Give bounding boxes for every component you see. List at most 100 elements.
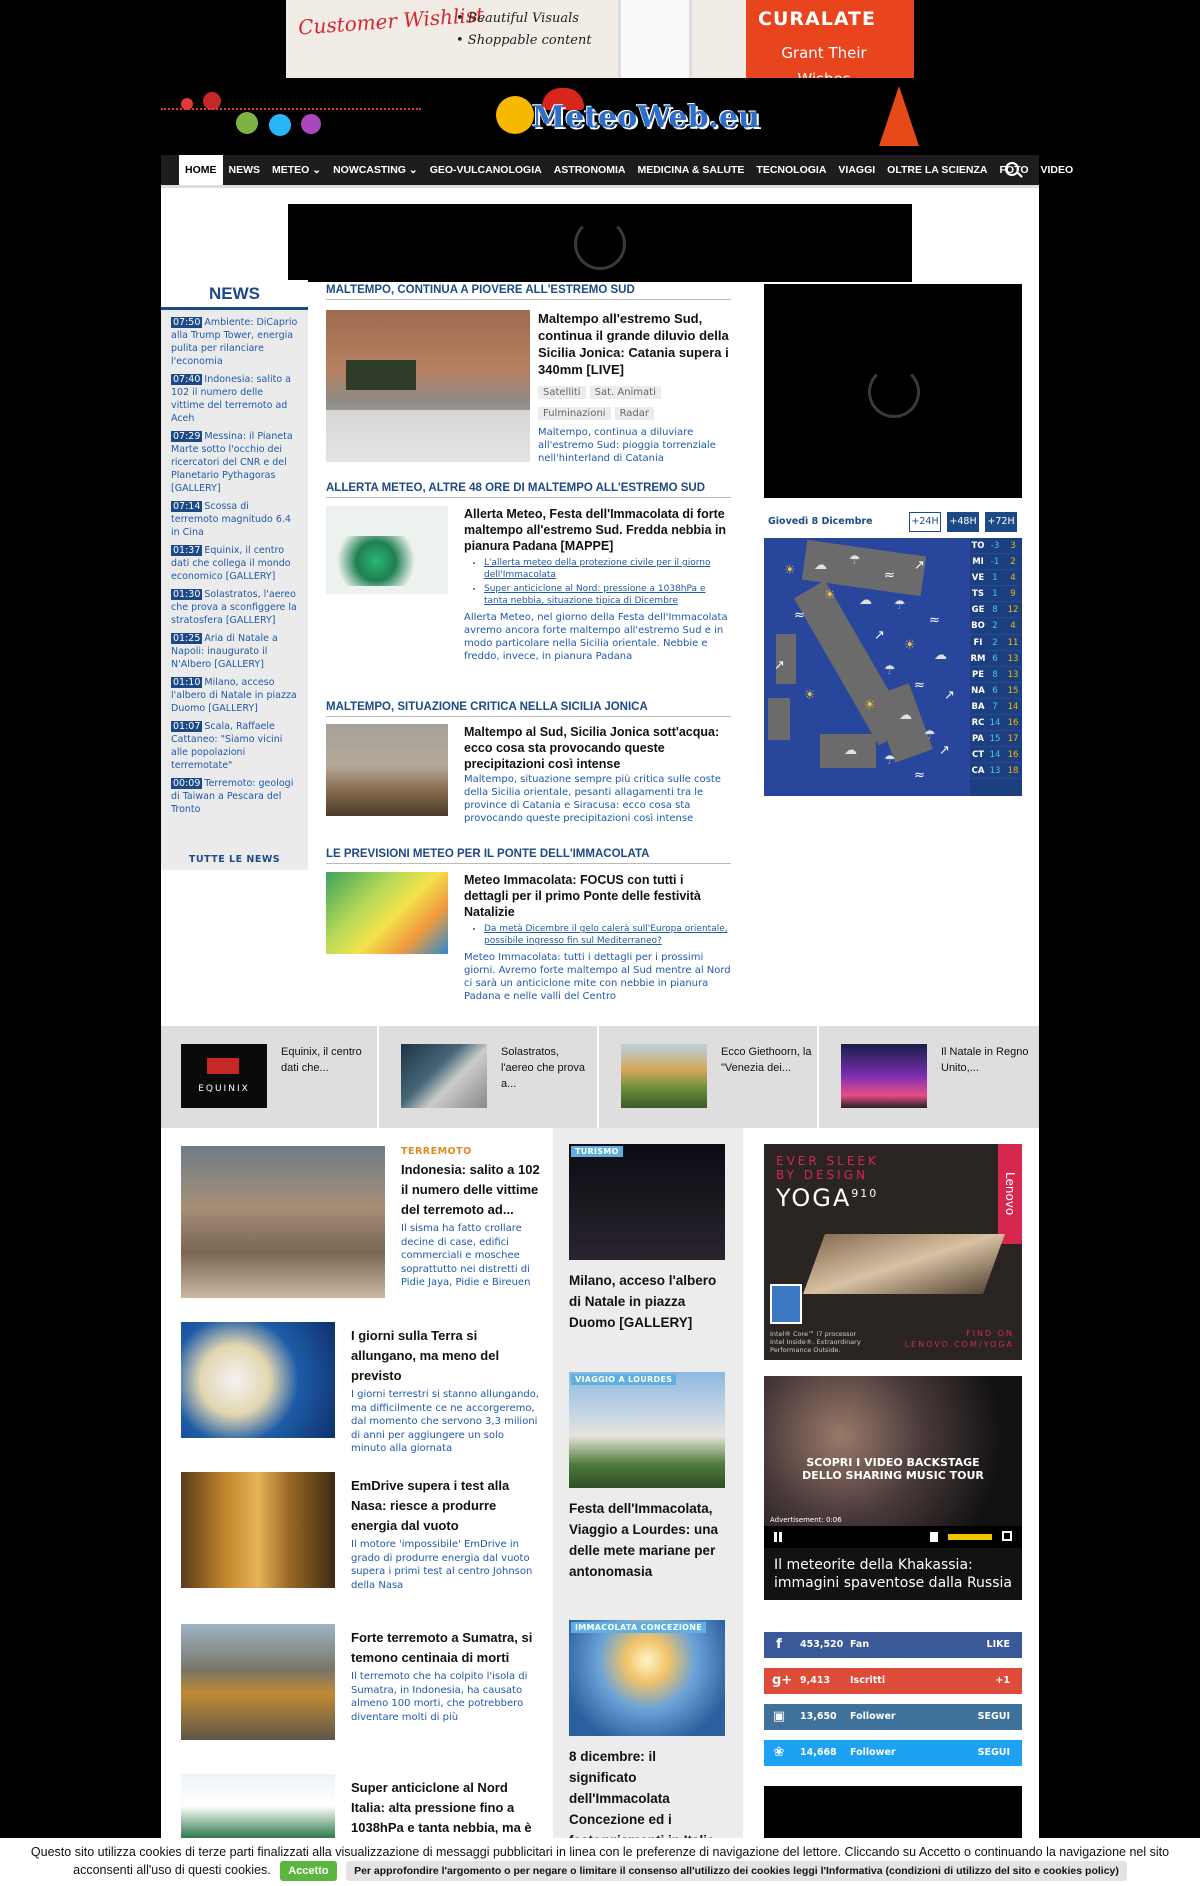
map-tag[interactable]: Sat. Animati bbox=[589, 386, 661, 399]
related-link[interactable]: Da metà Dicembre il gelo calerà sull'Eur… bbox=[484, 923, 731, 947]
strip-item[interactable]: Il Natale in Regno Unito,... bbox=[821, 1026, 1039, 1128]
nav-item-medicina-salute[interactable]: MEDICINA & SALUTE bbox=[631, 155, 750, 185]
article-title[interactable]: 8 dicembre: il significato dell'Immacola… bbox=[569, 1746, 725, 1851]
article-image[interactable] bbox=[181, 1624, 335, 1740]
article-image[interactable] bbox=[326, 724, 448, 816]
article-title[interactable]: Milano, acceso l'albero di Natale in pia… bbox=[569, 1270, 725, 1333]
map-tag[interactable]: Satelliti bbox=[538, 386, 586, 399]
article-title[interactable]: Maltempo al Sud, Sicilia Jonica sott'acq… bbox=[464, 724, 731, 772]
search-icon[interactable] bbox=[1005, 162, 1019, 176]
section-heading[interactable]: ALLERTA METEO, ALTRE 48 ORE DI MALTEMPO … bbox=[326, 482, 731, 498]
article[interactable]: VIAGGIO A LOURDES Festa dell'Immacolata,… bbox=[569, 1372, 725, 1582]
article-image[interactable] bbox=[181, 1146, 385, 1298]
city-temp-row[interactable]: MI -1 2 bbox=[970, 554, 1022, 571]
article[interactable]: Maltempo all'estremo Sud, continua il gr… bbox=[326, 310, 731, 465]
news-item[interactable]: 07:29 Messina: il Pianeta Marte sotto l'o… bbox=[161, 428, 308, 498]
top-banner-ad[interactable]: Customer Wishlist • Beautiful Visuals • … bbox=[286, 0, 914, 78]
section-heading[interactable]: MALTEMPO, CONTINUA A PIOVERE ALL'ESTREMO… bbox=[326, 284, 731, 300]
lenovo-ad[interactable]: EVER SLEEK BY DESIGN YOGA910 Lenovo Inte… bbox=[764, 1144, 1022, 1360]
article[interactable]: TURISMO Milano, acceso l'albero di Natal… bbox=[569, 1144, 725, 1333]
city-temp-row[interactable]: BO 2 4 bbox=[970, 618, 1022, 635]
strip-item[interactable]: Solastratos, l'aereo che prova a... bbox=[381, 1026, 599, 1128]
news-item[interactable]: 00:09 Terremoto: geologi di Taiwan a Pesc… bbox=[161, 775, 308, 819]
news-item[interactable]: 01:25 Aria di Natale a Napoli: inaugurato… bbox=[161, 630, 308, 674]
cookie-accept-button[interactable]: Accetto bbox=[280, 1861, 337, 1881]
city-temp-row[interactable]: RM 6 13 bbox=[970, 651, 1022, 667]
nav-item-news[interactable]: NEWS bbox=[223, 155, 267, 185]
strip-image[interactable] bbox=[401, 1044, 487, 1108]
article-title[interactable]: Super anticiclone al Nord Italia: alta p… bbox=[351, 1778, 541, 1838]
article-title[interactable]: Forte terremoto a Sumatra, si temono cen… bbox=[351, 1628, 541, 1668]
article[interactable]: I giorni sulla Terra si allungano, ma me… bbox=[181, 1322, 541, 1454]
city-temp-row[interactable]: GE 8 12 bbox=[970, 602, 1022, 619]
nav-item-home[interactable]: HOME bbox=[179, 155, 223, 185]
strip-image[interactable] bbox=[841, 1044, 927, 1108]
article-image[interactable] bbox=[326, 506, 448, 594]
news-item[interactable]: 07:40 Indonesia: salito a 102 il numero d… bbox=[161, 371, 308, 428]
article-category[interactable]: TERREMOTO bbox=[401, 1146, 541, 1157]
nav-item-nowcasting[interactable]: NOWCASTING ⌄ bbox=[327, 155, 424, 185]
nav-item-oltre-la-scienza[interactable]: OLTRE LA SCIENZA bbox=[881, 155, 993, 185]
nav-item-astronomia[interactable]: ASTRONOMIA bbox=[548, 155, 632, 185]
video-player[interactable]: SCOPRI I VIDEO BACKSTAGE DELLO SHARING M… bbox=[764, 1376, 1022, 1600]
social-action[interactable]: LIKE bbox=[987, 1632, 1010, 1658]
ad-cta-button[interactable]: Grant Their Wishes bbox=[754, 40, 894, 78]
social-instagram-button[interactable]: ▣ 13,650 Follower SEGUI bbox=[764, 1704, 1022, 1730]
cookie-policy-link[interactable]: Per approfondire l'argomento o per negar… bbox=[346, 1861, 1127, 1881]
article-image[interactable] bbox=[181, 1774, 335, 1838]
nav-item-meteo[interactable]: METEO ⌄ bbox=[266, 155, 327, 185]
strip-caption[interactable]: Solastratos, l'aereo che prova a... bbox=[501, 1044, 593, 1092]
city-temp-row[interactable]: FI 2 11 bbox=[970, 635, 1022, 651]
pause-icon[interactable] bbox=[774, 1532, 777, 1542]
city-temp-row[interactable]: PA 15 17 bbox=[970, 731, 1022, 748]
section-heading[interactable]: MALTEMPO, SITUAZIONE CRITICA NELLA SICIL… bbox=[326, 701, 731, 717]
article-title[interactable]: Maltempo all'estremo Sud, continua il gr… bbox=[538, 310, 731, 378]
social-twitter-button[interactable]: ❀ 14,668 Follower SEGUI bbox=[764, 1740, 1022, 1766]
article-image[interactable] bbox=[326, 872, 448, 954]
article-image[interactable] bbox=[326, 310, 530, 462]
city-temp-row[interactable]: CA 13 18 bbox=[970, 763, 1022, 780]
volume-icon[interactable] bbox=[930, 1532, 938, 1542]
article-image[interactable] bbox=[181, 1472, 335, 1588]
forecast-48h-button[interactable]: +48H bbox=[947, 512, 979, 532]
chevron-down-icon[interactable]: ⌄ bbox=[406, 164, 418, 176]
city-temp-row[interactable]: BA 7 14 bbox=[970, 699, 1022, 716]
news-item[interactable]: 01:37 Equinix, il centro dati che collega… bbox=[161, 542, 308, 586]
social-facebook-button[interactable]: f 453,520 Fan LIKE bbox=[764, 1632, 1022, 1658]
nav-item-geo-vulcanologia[interactable]: GEO-VULCANOLOGIA bbox=[424, 155, 548, 185]
article[interactable]: IMMACOLATA CONCEZIONE 8 dicembre: il sig… bbox=[569, 1620, 725, 1851]
article[interactable]: Forte terremoto a Sumatra, si temono cen… bbox=[181, 1624, 541, 1744]
news-item[interactable]: 07:14 Scossa di terremoto magnitudo 6.4 i… bbox=[161, 498, 308, 542]
city-temp-row[interactable]: TO -3 3 bbox=[970, 538, 1022, 555]
news-item[interactable]: 01:07 Scala, Raffaele Cattaneo: "Siamo vi… bbox=[161, 718, 308, 775]
article[interactable]: TERREMOTO Indonesia: salito a 102 il num… bbox=[181, 1146, 541, 1298]
strip-caption[interactable]: Equinix, il centro dati che... bbox=[281, 1044, 373, 1076]
forecast-24h-button[interactable]: +24H bbox=[909, 512, 941, 532]
article-title[interactable]: Indonesia: salito a 102 il numero delle … bbox=[401, 1160, 541, 1220]
strip-caption[interactable]: Ecco Giethoorn, la "Venezia dei... bbox=[721, 1044, 813, 1076]
article-title[interactable]: Allerta Meteo, Festa dell'Immacolata di … bbox=[464, 506, 731, 554]
nav-item-tecnologia[interactable]: TECNOLOGIA bbox=[750, 155, 832, 185]
map-tag[interactable]: Radar bbox=[614, 407, 655, 420]
news-item[interactable]: 07:50 Ambiente: DiCaprio alla Trump Tower… bbox=[161, 314, 308, 371]
social-google-plus-button[interactable]: g+ 9,413 Iscritti +1 bbox=[764, 1668, 1022, 1694]
article[interactable]: Maltempo al Sud, Sicilia Jonica sott'acq… bbox=[326, 724, 731, 834]
video-ad-banner[interactable] bbox=[288, 204, 912, 282]
video-player[interactable] bbox=[764, 284, 1022, 498]
italy-weather-map[interactable]: ☀ ☁ ☂ ≈ ↗ ☀ ☁ ☂ ≈ ↗ ☀ ☁ ☂ ≈ ↗ ☀ ☁ ☂ ≈ ↗ ☀ ☁ ☂ ≈ ↗ TO -3 3 MI -1 2 VE 1 4… bbox=[764, 538, 1022, 796]
video-caption[interactable]: Il meteorite della Khakassia: immagini s… bbox=[764, 1548, 1022, 1600]
article[interactable]: Allerta Meteo, Festa dell'Immacolata di … bbox=[326, 506, 731, 696]
city-temp-row[interactable]: RC 14 16 bbox=[970, 715, 1022, 732]
article-title[interactable]: Festa dell'Immacolata, Viaggio a Lourdes… bbox=[569, 1498, 725, 1582]
article-image[interactable]: TURISMO bbox=[569, 1144, 725, 1260]
city-temp-row[interactable]: TS 1 9 bbox=[970, 586, 1022, 603]
strip-item[interactable]: EQUINIX Equinix, il centro dati che... bbox=[161, 1026, 379, 1128]
article[interactable]: Meteo Immacolata: FOCUS con tutti i dett… bbox=[326, 872, 731, 1012]
fullscreen-icon[interactable] bbox=[1002, 1531, 1012, 1541]
chevron-down-icon[interactable]: ⌄ bbox=[309, 164, 321, 176]
city-temp-row[interactable]: PE 8 13 bbox=[970, 667, 1022, 683]
city-temp-row[interactable]: VE 1 4 bbox=[970, 570, 1022, 587]
article[interactable]: Super anticiclone al Nord Italia: alta p… bbox=[181, 1774, 541, 1838]
social-action[interactable]: +1 bbox=[995, 1668, 1010, 1694]
strip-image[interactable]: EQUINIX bbox=[181, 1044, 267, 1108]
